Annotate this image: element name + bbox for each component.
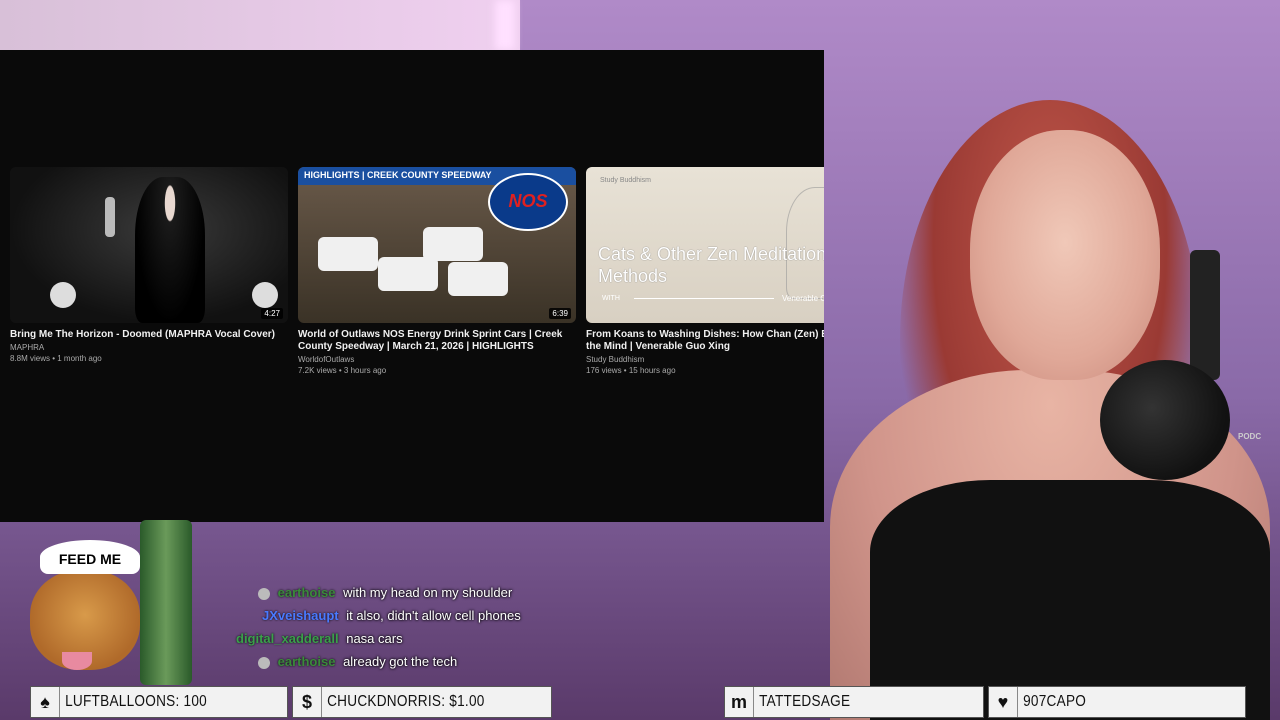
background-light <box>495 0 515 50</box>
alert-label: CHUCKDNORRIS: $1.00 <box>327 693 485 710</box>
video-duration: 6:39 <box>549 308 571 319</box>
mic-brand: PODC <box>1238 432 1262 441</box>
alert-label: TATTEDSAGE <box>759 693 851 710</box>
video-thumbnail[interactable]: HIGHLIGHTS | CREEK COUNTY SPEEDWAY NOS 6… <box>298 167 576 323</box>
thumb-speaker: Venerable G <box>782 294 824 303</box>
alert-label: 907CAPO <box>1023 693 1087 710</box>
heart-icon: ♥ <box>989 687 1018 717</box>
sprint-car <box>448 262 508 296</box>
sprint-car <box>378 257 438 291</box>
chat-message: earthoise already got the tech <box>230 653 570 676</box>
thumb-with: WITH <box>602 295 620 302</box>
chat-username: earthoise <box>277 585 336 600</box>
chat-text: it also, didn't allow cell phones <box>346 608 521 623</box>
video-title[interactable]: Bring Me The Horizon - Doomed (MAPHRA Vo… <box>10 329 288 341</box>
thumb-singer <box>135 177 205 323</box>
video-title[interactable]: World of Outlaws NOS Energy Drink Sprint… <box>298 329 576 353</box>
chat-overlay: earthoise with my head on my shoulder JX… <box>230 584 570 676</box>
dog-tongue <box>62 652 92 670</box>
chat-message: earthoise with my head on my shoulder <box>230 584 570 607</box>
chat-message: JXveishaupt it also, didn't allow cell p… <box>230 607 570 630</box>
thumb-mic <box>105 197 115 237</box>
dollar-icon: $ <box>293 687 322 717</box>
video-card[interactable]: 4:27 Bring Me The Horizon - Doomed (MAPH… <box>10 167 288 363</box>
alert-bar: ♠ LUFTBALLOONS: 100 $ CHUCKDNORRIS: $1.0… <box>0 684 1280 720</box>
alert-latest-member: m TATTEDSAGE <box>724 686 984 718</box>
alert-latest-bits: ♠ LUFTBALLOONS: 100 <box>30 686 288 718</box>
video-channel[interactable]: MAPHRA <box>10 343 288 352</box>
thumb-channel: Study Buddhism <box>600 177 651 184</box>
streamer-face <box>970 130 1160 380</box>
microphone <box>1100 360 1230 480</box>
chat-text: with my head on my shoulder <box>343 585 513 600</box>
alert-label: LUFTBALLOONS: 100 <box>65 693 208 710</box>
sprint-car <box>318 237 378 271</box>
dog-sticker: FEED ME <box>22 540 152 680</box>
video-meta: 176 views • 15 hours ago <box>586 366 676 375</box>
sprint-car <box>423 227 483 261</box>
youtube-panel: 4:27 Bring Me The Horizon - Doomed (MAPH… <box>0 50 824 522</box>
balloon-icon: ♠ <box>31 687 60 717</box>
thumb-lamp <box>252 282 278 308</box>
video-card[interactable]: Study Buddhism Cats & Other Zen Meditati… <box>586 167 824 375</box>
alert-latest-tip: $ CHUCKDNORRIS: $1.00 <box>292 686 552 718</box>
video-thumbnail[interactable]: Study Buddhism Cats & Other Zen Meditati… <box>586 167 824 323</box>
video-channel[interactable]: WorldofOutlaws <box>298 355 576 364</box>
alert-latest-follower: ♥ 907CAPO <box>988 686 1246 718</box>
chat-text: already got the tech <box>343 654 458 669</box>
video-title[interactable]: From Koans to Washing Dishes: How Chan (… <box>586 329 824 353</box>
video-duration: 4:27 <box>261 308 283 319</box>
mic-arm <box>1190 250 1220 380</box>
nos-logo: NOS <box>488 173 568 231</box>
thumb-lamp <box>50 282 76 308</box>
chat-username: digital_xadderall <box>236 631 339 646</box>
user-badge-icon <box>258 656 270 669</box>
chat-text: nasa cars <box>346 631 403 646</box>
video-thumbnail[interactable]: 4:27 <box>10 167 288 323</box>
chat-message: digital_xadderall nasa cars <box>230 630 570 653</box>
m-icon: m <box>725 687 754 717</box>
video-meta: 7.2K views • 3 hours ago <box>298 366 387 375</box>
thumb-divider <box>634 298 774 299</box>
dog-hat: FEED ME <box>40 540 140 574</box>
video-channel[interactable]: Study Buddhism <box>586 355 824 364</box>
chat-username: JXveishaupt <box>262 608 339 623</box>
chat-username: earthoise <box>277 654 336 669</box>
thumb-headline: Cats & Other Zen Meditation Methods <box>598 244 824 286</box>
video-card[interactable]: HIGHLIGHTS | CREEK COUNTY SPEEDWAY NOS 6… <box>298 167 576 375</box>
user-badge-icon <box>258 587 270 600</box>
video-meta: 8.8M views • 1 month ago <box>10 354 102 363</box>
